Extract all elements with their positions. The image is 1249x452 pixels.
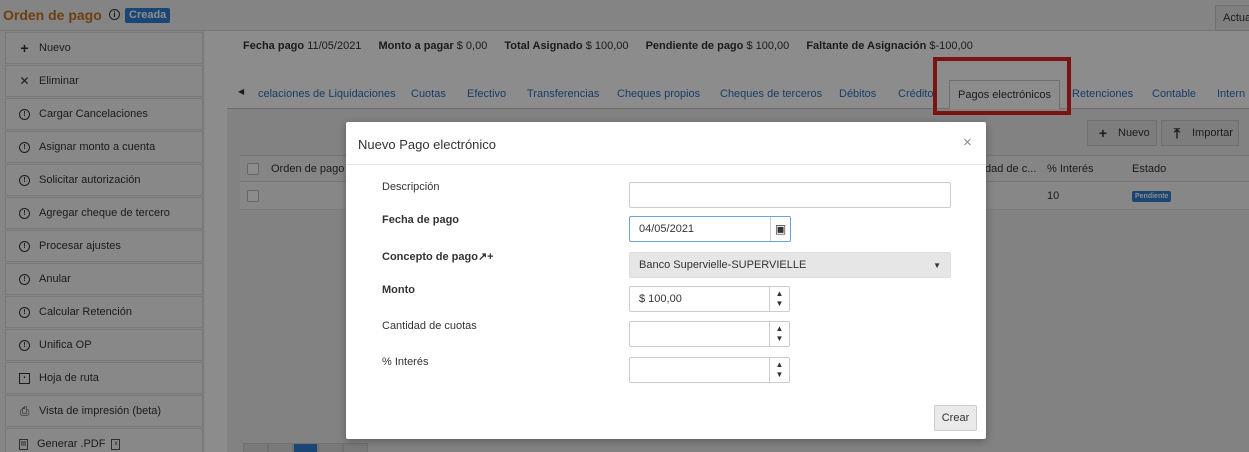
- calendar-icon[interactable]: ▣: [770, 217, 790, 241]
- monto-value: $ 100,00: [639, 293, 682, 305]
- close-icon[interactable]: ×: [963, 134, 972, 151]
- new-payment-dialog: Nuevo Pago electrónico × Descripción Fec…: [346, 122, 986, 439]
- fecha-pago-field[interactable]: 04/05/2021 ▣: [629, 216, 791, 242]
- fecha-pago-value: 04/05/2021: [639, 223, 695, 235]
- external-link-icon[interactable]: ↗: [478, 251, 487, 263]
- spinner-icon[interactable]: ▲ ▼: [769, 322, 789, 346]
- caret-down-icon: ▼: [933, 261, 941, 270]
- dialog-header: Nuevo Pago electrónico ×: [346, 122, 986, 165]
- descripcion-label: Descripción: [382, 181, 440, 193]
- spinner-icon[interactable]: ▲ ▼: [769, 287, 789, 311]
- concepto-pago-label-text: Concepto de pago: [382, 251, 478, 263]
- cuotas-label: Cantidad de cuotas: [382, 320, 477, 332]
- concepto-pago-value: Banco Supervielle-SUPERVIELLE: [639, 259, 807, 271]
- interes-field[interactable]: ▲ ▼: [629, 357, 790, 383]
- monto-label: Monto: [382, 284, 415, 296]
- cuotas-field[interactable]: ▲ ▼: [629, 321, 790, 347]
- create-button[interactable]: Crear: [934, 405, 977, 431]
- interes-label: % Interés: [382, 356, 429, 368]
- spinner-icon[interactable]: ▲ ▼: [769, 358, 789, 382]
- concepto-pago-label: Concepto de pago↗+: [382, 250, 494, 263]
- dialog-title: Nuevo Pago electrónico: [358, 137, 497, 152]
- descripcion-field[interactable]: [629, 182, 951, 208]
- plus-icon[interactable]: +: [487, 251, 493, 263]
- fecha-pago-label: Fecha de pago: [382, 214, 460, 226]
- monto-field[interactable]: $ 100,00 ▲ ▼: [629, 286, 790, 312]
- concepto-pago-select[interactable]: Banco Supervielle-SUPERVIELLE ▼: [629, 252, 951, 278]
